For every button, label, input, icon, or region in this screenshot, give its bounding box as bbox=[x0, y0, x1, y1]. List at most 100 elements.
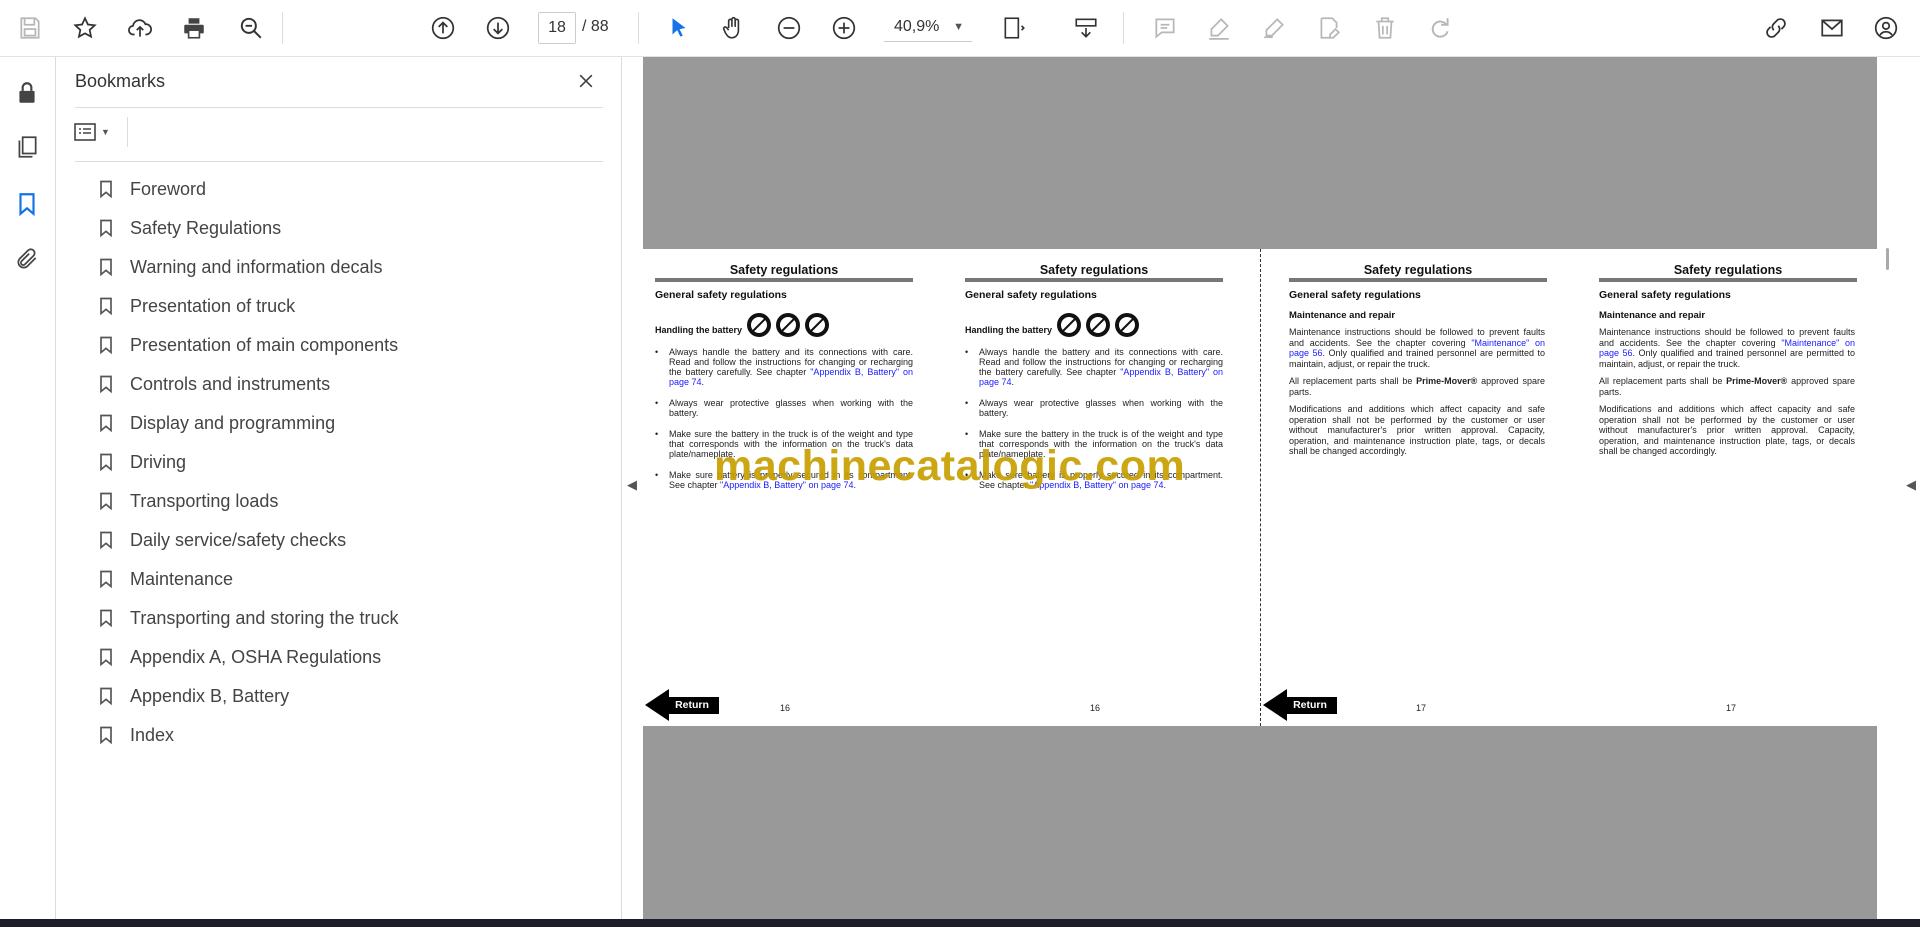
page-up-icon[interactable] bbox=[425, 10, 461, 46]
pages-thumbnail-icon[interactable] bbox=[9, 129, 45, 165]
lock-icon[interactable] bbox=[9, 75, 45, 111]
bookmark-panel-icon[interactable] bbox=[9, 186, 45, 222]
chevron-down-icon: ▼ bbox=[101, 127, 110, 137]
bookmark-label: Daily service/safety checks bbox=[130, 529, 347, 550]
header-bar bbox=[1289, 278, 1547, 282]
return-button[interactable]: Return bbox=[645, 689, 719, 721]
divider bbox=[127, 117, 128, 147]
page-header: Safety regulations bbox=[1363, 263, 1473, 277]
zoom-in-icon[interactable] bbox=[826, 10, 862, 46]
bookmark-item[interactable]: Appendix A, OSHA Regulations bbox=[94, 639, 594, 675]
delete-icon[interactable] bbox=[1367, 10, 1403, 46]
bookmark-label: Warning and information decals bbox=[130, 256, 383, 277]
maintenance-text: Maintenance instructions should be follo… bbox=[1289, 327, 1546, 456]
bookmark-item[interactable]: Index bbox=[94, 717, 594, 753]
no-flame-warning-icon bbox=[776, 313, 800, 337]
close-icon[interactable] bbox=[570, 65, 602, 97]
scroll-mode-icon[interactable] bbox=[1068, 10, 1104, 46]
bookmark-item[interactable]: Transporting and storing the truck bbox=[94, 600, 594, 636]
return-label: Return bbox=[1283, 697, 1337, 714]
bookmark-label: Driving bbox=[130, 451, 187, 472]
bookmark-item[interactable]: Appendix B, Battery bbox=[94, 678, 594, 714]
bookmark-item[interactable]: Presentation of main components bbox=[94, 327, 594, 363]
bookmark-label: Appendix B, Battery bbox=[130, 685, 290, 706]
zoom-select[interactable]: 40,9% ▼ bbox=[884, 12, 972, 42]
bookmark-label: Presentation of truck bbox=[130, 295, 296, 316]
mail-icon[interactable] bbox=[1814, 10, 1850, 46]
bookmark-label: Foreword bbox=[130, 178, 207, 199]
bookmark-item[interactable]: Driving bbox=[94, 444, 594, 480]
page-number: 17 bbox=[1416, 703, 1427, 713]
page-header: Safety regulations bbox=[729, 263, 839, 277]
vertical-scrollbar-thumb[interactable] bbox=[1886, 248, 1889, 270]
section-subheader: General safety regulations bbox=[1599, 289, 1731, 301]
no-flame-warning-icon bbox=[1086, 313, 1110, 337]
top-toolbar: 18 / 88 40,9% ▼ bbox=[0, 0, 1920, 57]
bookmark-item[interactable]: Safety Regulations bbox=[94, 210, 594, 246]
bookmark-icon bbox=[94, 214, 118, 242]
list-options-icon bbox=[74, 123, 96, 141]
page-number: 17 bbox=[1726, 703, 1737, 713]
bookmark-item[interactable]: Foreword bbox=[94, 171, 594, 207]
return-button[interactable]: Return bbox=[1263, 689, 1337, 721]
bullet-text: Always wear protective glasses when work… bbox=[979, 398, 1223, 418]
select-cursor-icon[interactable] bbox=[661, 10, 697, 46]
bookmark-icon bbox=[94, 175, 118, 203]
bullet-text: Always wear protective glasses when work… bbox=[669, 398, 913, 418]
handling-title: Handling the battery bbox=[655, 325, 743, 335]
edit-doc-icon[interactable] bbox=[1311, 10, 1347, 46]
bookmark-icon bbox=[94, 565, 118, 593]
section-subheader: General safety regulations bbox=[965, 289, 1097, 301]
collapse-right-tab[interactable]: ◀ bbox=[1877, 57, 1920, 923]
zoom-search-icon[interactable] bbox=[233, 10, 269, 46]
save-icon[interactable] bbox=[12, 10, 48, 46]
bookmark-icon bbox=[94, 682, 118, 710]
bookmark-item[interactable]: Daily service/safety checks bbox=[94, 522, 594, 558]
redo-icon[interactable] bbox=[1422, 10, 1458, 46]
bookmark-icon bbox=[94, 409, 118, 437]
bookmark-item[interactable]: Display and programming bbox=[94, 405, 594, 441]
share-link-icon[interactable] bbox=[1758, 10, 1794, 46]
page-down-icon[interactable] bbox=[480, 10, 516, 46]
pen-sign-icon[interactable] bbox=[1256, 10, 1292, 46]
comment-icon[interactable] bbox=[1147, 10, 1183, 46]
hand-icon[interactable] bbox=[715, 10, 751, 46]
collapse-left-tab[interactable]: ◀ bbox=[622, 57, 643, 923]
bookmark-label: Index bbox=[130, 724, 175, 745]
bookmark-label: Appendix A, OSHA Regulations bbox=[130, 646, 382, 667]
print-icon[interactable] bbox=[176, 10, 212, 46]
page-header: Safety regulations bbox=[1673, 263, 1783, 277]
bookmark-icon bbox=[94, 604, 118, 632]
bookmark-item[interactable]: Maintenance bbox=[94, 561, 594, 597]
bookmark-label: Transporting loads bbox=[130, 490, 279, 511]
header-bar bbox=[655, 278, 913, 282]
bookmark-label: Safety Regulations bbox=[130, 217, 282, 238]
bookmark-icon bbox=[94, 331, 118, 359]
paperclip-icon[interactable] bbox=[9, 241, 45, 277]
bookmark-label: Transporting and storing the truck bbox=[130, 607, 399, 628]
bookmark-label: Presentation of main components bbox=[130, 334, 399, 355]
divider bbox=[75, 161, 603, 162]
highlight-icon[interactable] bbox=[1201, 10, 1237, 46]
bookmark-options-button[interactable]: ▼ bbox=[72, 117, 122, 147]
user-icon[interactable] bbox=[1868, 10, 1904, 46]
bookmark-item[interactable]: Presentation of truck bbox=[94, 288, 594, 324]
bookmark-item[interactable]: Warning and information decals bbox=[94, 249, 594, 285]
no-smoking-warning-icon bbox=[1115, 313, 1139, 337]
page-number-input[interactable]: 18 bbox=[538, 12, 576, 44]
maintenance-text: Maintenance instructions should be follo… bbox=[1599, 327, 1856, 456]
bookmark-label: Maintenance bbox=[130, 568, 234, 589]
goggles-warning-icon bbox=[747, 313, 771, 337]
bookmark-item[interactable]: Transporting loads bbox=[94, 483, 594, 519]
maintenance-title: Maintenance and repair bbox=[1599, 310, 1706, 321]
panel-title: Bookmarks bbox=[75, 71, 166, 91]
maintenance-title: Maintenance and repair bbox=[1289, 310, 1396, 321]
bookmark-item[interactable]: Controls and instruments bbox=[94, 366, 594, 402]
page-fit-icon[interactable] bbox=[996, 10, 1032, 46]
bookmark-icon bbox=[94, 448, 118, 476]
zoom-out-icon[interactable] bbox=[771, 10, 807, 46]
bookmark-icon bbox=[94, 526, 118, 554]
upload-cloud-icon[interactable] bbox=[122, 10, 158, 46]
page-17-left: Safety regulations General safety regula… bbox=[1261, 249, 1571, 726]
star-icon[interactable] bbox=[67, 10, 103, 46]
